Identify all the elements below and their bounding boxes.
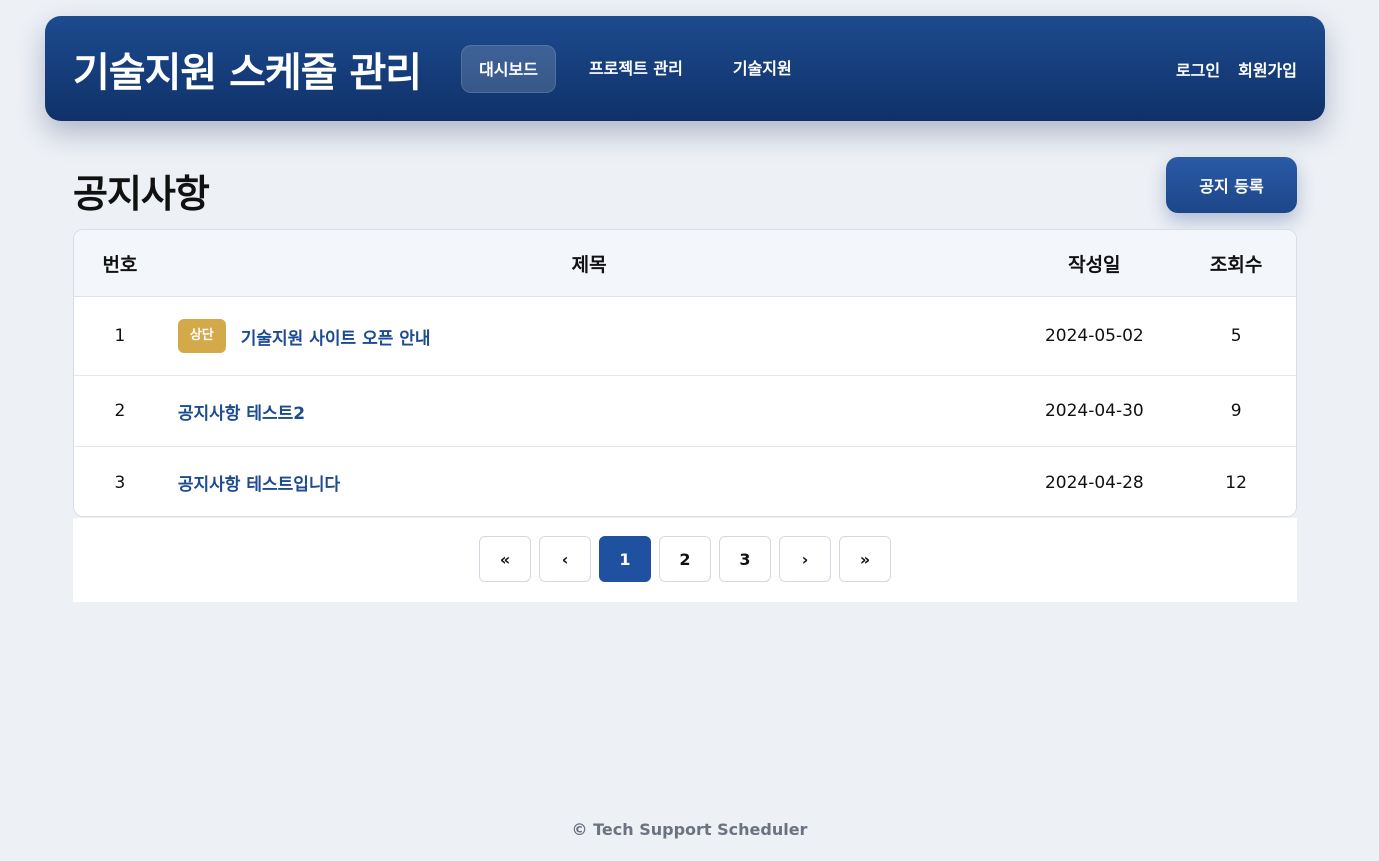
first-page-button[interactable]: « — [479, 536, 531, 582]
row-date: 2024-04-30 — [1044, 401, 1144, 421]
table-header: 번호 제목 작성일 조회수 — [74, 230, 1296, 297]
row-views: 5 — [1230, 326, 1242, 346]
footer-copyright: © Tech Support Scheduler — [571, 820, 808, 839]
row-number: 1 — [114, 326, 126, 346]
prev-page-button[interactable]: ‹ — [539, 536, 591, 582]
table-row[interactable]: 3 공지사항 테스트입니다 2024-04-28 12 — [74, 447, 1296, 516]
auth-links: 로그인 회원가입 — [1158, 57, 1297, 81]
pagination: « ‹ 1 2 3 › » — [73, 518, 1297, 602]
nav-dashboard[interactable]: 대시보드 — [461, 44, 556, 93]
page-title: 공지사항 — [73, 172, 210, 216]
row-title-cell: 상단 기술지원 사이트 오픈 안내 — [166, 319, 1013, 353]
next-page-button[interactable]: › — [779, 536, 831, 582]
signup-link[interactable]: 회원가입 — [1238, 57, 1297, 81]
row-number: 2 — [114, 401, 126, 421]
nav-tech-support[interactable]: 기술지원 — [716, 45, 809, 93]
table-body: 1 상단 기술지원 사이트 오픈 안내 2024-05-02 5 2 공지사항 … — [74, 297, 1296, 516]
page-button-1[interactable]: 1 — [599, 536, 651, 582]
row-title-cell: 공지사항 테스트입니다 — [166, 470, 1013, 495]
notice-title-link[interactable]: 기술지원 사이트 오픈 안내 — [241, 324, 431, 349]
row-title-cell: 공지사항 테스트2 — [166, 399, 1013, 424]
column-header-number: 번호 — [102, 253, 138, 276]
pinned-badge: 상단 — [177, 319, 226, 353]
notice-title-link[interactable]: 공지사항 테스트2 — [178, 399, 305, 424]
column-header-views: 조회수 — [1209, 253, 1263, 276]
notice-title-link[interactable]: 공지사항 테스트입니다 — [178, 470, 340, 495]
row-date: 2024-04-28 — [1044, 472, 1144, 493]
last-page-button[interactable]: » — [839, 536, 891, 582]
row-number: 3 — [114, 472, 126, 493]
page-button-3[interactable]: 3 — [719, 536, 771, 582]
add-notice-button[interactable]: 공지 등록 — [1166, 157, 1297, 213]
column-header-title: 제목 — [166, 250, 1013, 277]
app-title[interactable]: 기술지원 스케줄 관리 — [73, 40, 422, 98]
row-date: 2024-05-02 — [1044, 326, 1144, 346]
page-button-2[interactable]: 2 — [659, 536, 711, 582]
column-header-title-label: 제목 — [571, 253, 607, 276]
row-views: 12 — [1225, 472, 1247, 493]
notice-table: 번호 제목 작성일 조회수 1 상단 기술지원 사이트 오픈 안내 2024-0… — [73, 229, 1297, 517]
column-header-date: 작성일 — [1068, 253, 1121, 276]
main-nav: 대시보드 프로젝트 관리 기술지원 — [461, 44, 825, 93]
login-link[interactable]: 로그인 — [1176, 57, 1220, 81]
nav-projects[interactable]: 프로젝트 관리 — [572, 45, 700, 93]
table-row[interactable]: 1 상단 기술지원 사이트 오픈 안내 2024-05-02 5 — [74, 297, 1296, 376]
table-row[interactable]: 2 공지사항 테스트2 2024-04-30 9 — [74, 376, 1296, 447]
row-views: 9 — [1230, 401, 1242, 421]
app-header: 기술지원 스케줄 관리 대시보드 프로젝트 관리 기술지원 로그인 회원가입 — [45, 16, 1325, 121]
